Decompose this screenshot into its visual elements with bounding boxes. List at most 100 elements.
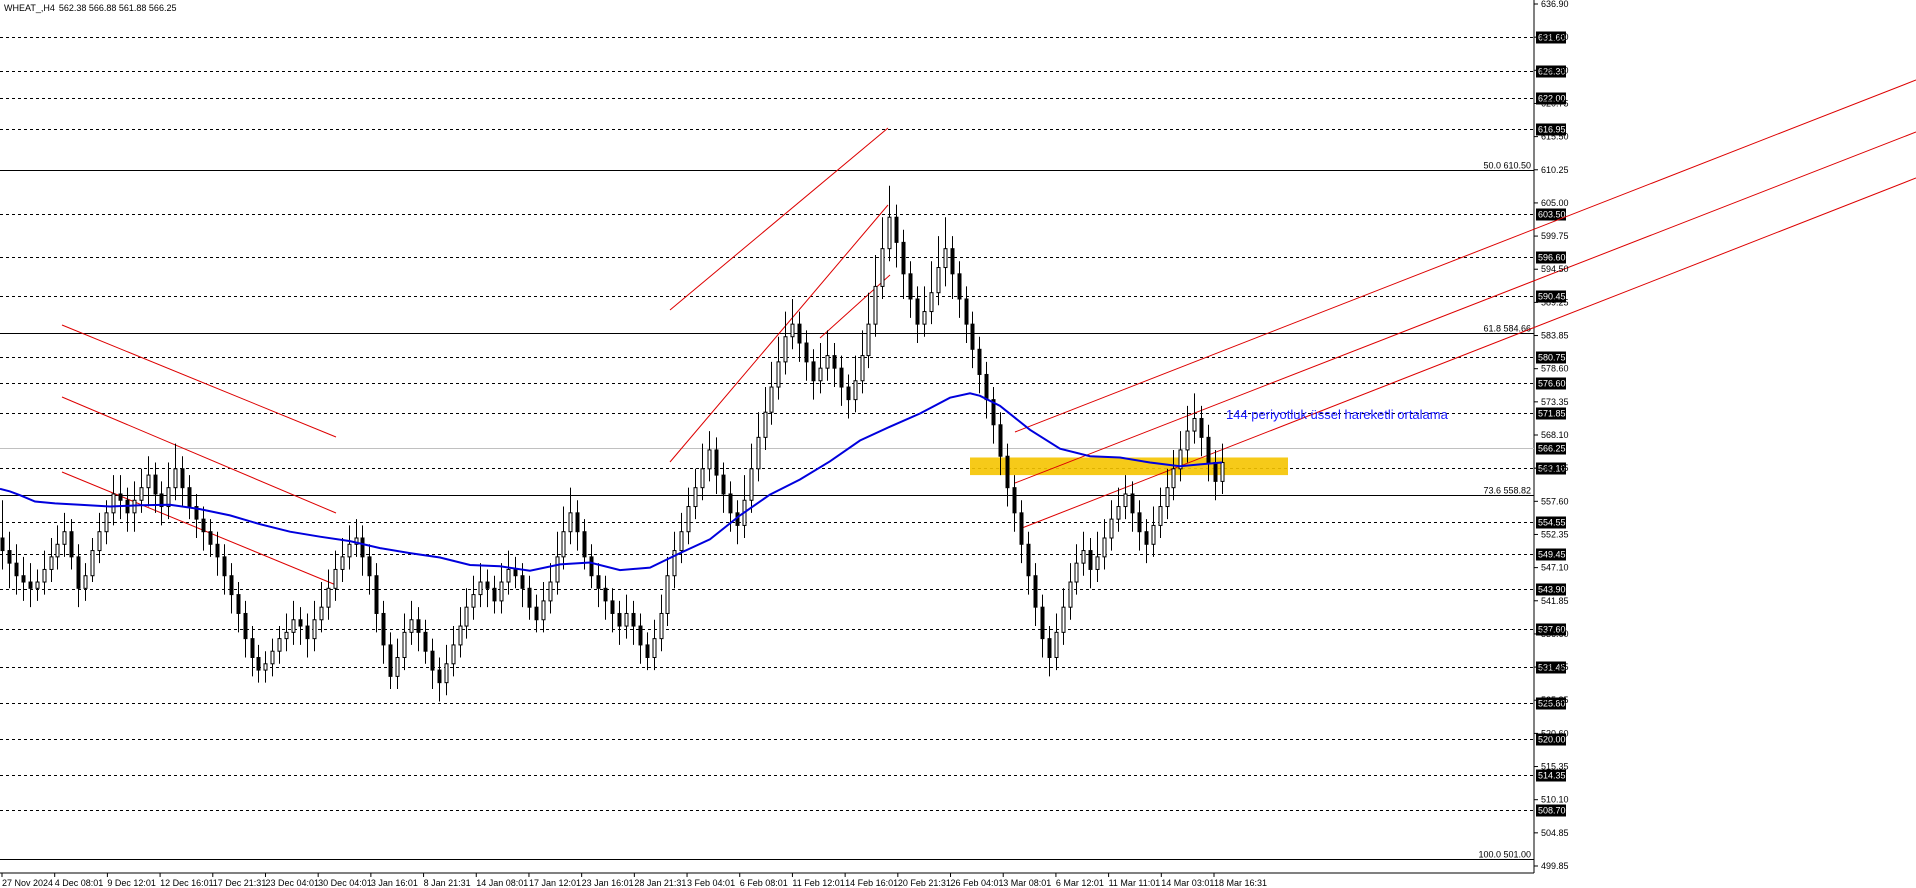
candle-body: [340, 556, 345, 570]
time-tick-label: 3 Mar 08:01: [1003, 878, 1051, 888]
price-tick-label: 573.35: [1541, 397, 1569, 407]
ema-annotation: 144 periyotluk üssel hareketli ortalama: [1226, 407, 1449, 422]
candle-body: [201, 518, 206, 533]
candle-body: [1123, 493, 1128, 508]
resistance-zone: [970, 457, 1288, 476]
candle-body: [1095, 556, 1100, 570]
candle-body: [395, 656, 400, 677]
candle-body: [783, 336, 788, 363]
time-tick-label: 23 Jan 16:01: [582, 878, 634, 888]
candle-body: [118, 493, 123, 501]
candle-body: [76, 556, 81, 589]
candle-body: [957, 273, 962, 300]
candle-body: [541, 600, 546, 621]
candle-body: [513, 568, 518, 577]
candle-body: [561, 531, 566, 558]
candle-body: [977, 348, 982, 375]
candle-body: [1054, 631, 1059, 658]
price-chart[interactable]: 631.60626.30622.00616.95603.50596.60590.…: [0, 0, 1916, 888]
candle-body: [180, 468, 185, 489]
candle-body: [215, 543, 220, 558]
candle-body: [69, 531, 74, 558]
candle-body: [645, 644, 650, 658]
candle-body: [915, 298, 920, 325]
price-tick-label: 525.85: [1541, 695, 1569, 705]
candle-body: [1130, 493, 1135, 514]
candle-body: [964, 298, 969, 325]
candle-body: [360, 537, 365, 558]
candle-body: [811, 361, 816, 382]
price-tick-label: 504.85: [1541, 828, 1569, 838]
level-label: 571.85: [1538, 409, 1566, 419]
chart-background: [0, 0, 1916, 888]
price-tick-label: 626.30: [1541, 65, 1569, 75]
time-tick-label: 30 Dec 04:01: [318, 878, 372, 888]
candle-body: [555, 556, 560, 583]
candle-body: [478, 581, 483, 596]
candle-body: [1068, 581, 1073, 608]
time-tick-label: 14 Mar 03:01: [1161, 878, 1214, 888]
price-tick-label: 589.25: [1541, 297, 1569, 307]
time-tick-label: 14 Feb 16:01: [845, 878, 898, 888]
candle-body: [49, 556, 54, 570]
candle-body: [7, 550, 12, 564]
price-tick-label: 615.50: [1541, 132, 1569, 142]
candle-body: [55, 543, 60, 558]
price-tick-label: 605.00: [1541, 198, 1569, 208]
candle-body: [277, 638, 282, 652]
time-tick-label: 3 Jan 16:01: [371, 878, 418, 888]
time-tick-label: 17 Dec 21:31: [213, 878, 267, 888]
candle-body: [263, 663, 268, 671]
candle-body: [153, 474, 158, 495]
candle-body: [312, 619, 317, 640]
level-label: 580.75: [1538, 353, 1566, 363]
candle-body: [319, 606, 324, 621]
candle-body: [83, 575, 88, 589]
price-tick-label: 620.75: [1541, 98, 1569, 108]
candle-body: [444, 663, 449, 684]
candle-body: [208, 531, 213, 545]
candle-body: [652, 638, 657, 658]
candle-body: [499, 581, 504, 602]
candle-body: [229, 575, 234, 596]
candle-body: [776, 361, 781, 388]
candle-body: [1033, 575, 1038, 608]
candle-body: [243, 612, 248, 640]
candle-body: [582, 531, 587, 558]
candle-body: [1102, 537, 1107, 558]
candle-body: [111, 493, 116, 514]
fib-label: 73.6 558.82: [1483, 486, 1531, 496]
candle-body: [187, 487, 192, 508]
candle-body: [1199, 417, 1204, 438]
candle-body: [1213, 462, 1218, 482]
candle-body: [1074, 562, 1079, 583]
candle-body: [763, 411, 768, 438]
price-tick-label: 583.85: [1541, 331, 1569, 341]
candle-body: [471, 594, 476, 608]
candle-body: [984, 373, 989, 401]
time-tick-label: 28 Jan 21:31: [634, 878, 686, 888]
candle-body: [374, 575, 379, 614]
candle-body: [853, 380, 858, 401]
candle-body: [880, 248, 885, 287]
candle-body: [790, 323, 795, 338]
candle-body: [430, 650, 435, 671]
time-tick-label: 20 Feb 21:31: [898, 878, 951, 888]
candle-body: [62, 531, 67, 545]
candle-body: [596, 575, 601, 589]
candle-body: [1171, 468, 1176, 489]
candle-body: [936, 267, 941, 294]
candle-body: [548, 581, 553, 602]
price-tick-label: 599.75: [1541, 231, 1569, 241]
candle-body: [575, 512, 580, 533]
candle-body: [832, 355, 837, 369]
candle-body: [1061, 606, 1066, 633]
time-tick-label: 27 Nov 2024: [2, 878, 53, 888]
level-label: 514.35: [1538, 771, 1566, 781]
candle-body: [173, 468, 178, 489]
candle-body: [804, 342, 809, 363]
time-tick-label: 9 Dec 12:01: [107, 878, 156, 888]
candle-body: [873, 285, 878, 325]
time-tick-label: 14 Jan 08:01: [476, 878, 528, 888]
candle-body: [42, 568, 47, 583]
